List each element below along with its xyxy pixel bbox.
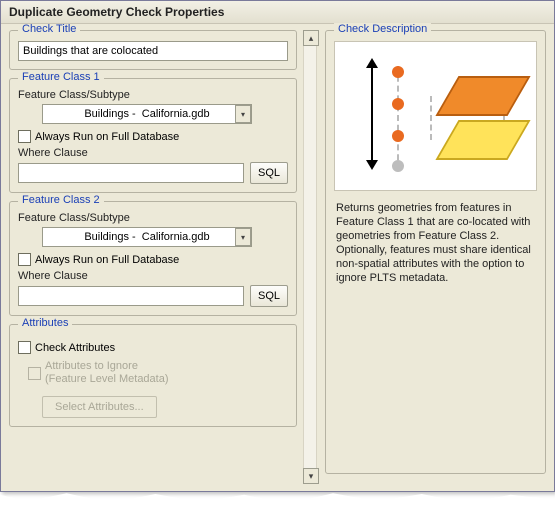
left-pane-scrollbar[interactable]: ▴ ▾ bbox=[301, 24, 319, 490]
orange-dot-icon bbox=[392, 66, 404, 78]
fc2-combo-display[interactable] bbox=[42, 227, 252, 247]
scroll-track[interactable] bbox=[303, 46, 317, 468]
scroll-up-icon[interactable]: ▴ bbox=[303, 30, 319, 46]
fc2-where-input[interactable] bbox=[18, 286, 244, 306]
fc2-where-label: Where Clause bbox=[18, 270, 288, 282]
attributes-legend: Attributes bbox=[18, 317, 72, 329]
dropdown-icon[interactable]: ▾ bbox=[235, 228, 251, 246]
description-legend: Check Description bbox=[334, 23, 431, 35]
dropdown-icon[interactable]: ▾ bbox=[235, 105, 251, 123]
torn-edge-decoration bbox=[0, 490, 555, 506]
fc1-where-input[interactable] bbox=[18, 163, 244, 183]
fc2-legend: Feature Class 2 bbox=[18, 194, 104, 206]
orange-dot-icon bbox=[392, 98, 404, 110]
fc1-combo-display[interactable] bbox=[42, 104, 252, 124]
fc1-fulldb-label: Always Run on Full Database bbox=[35, 131, 179, 143]
ignore-attributes-checkbox bbox=[28, 367, 41, 380]
fc2-fulldb-checkbox[interactable] bbox=[18, 253, 31, 266]
vertical-axis bbox=[371, 64, 373, 164]
arrow-down-icon bbox=[366, 160, 378, 170]
fc2-sql-button[interactable]: SQL bbox=[250, 285, 288, 307]
fc1-where-label: Where Clause bbox=[18, 147, 288, 159]
grey-dot-icon bbox=[392, 160, 404, 172]
dotted-pillar bbox=[430, 96, 432, 140]
check-title-legend: Check Title bbox=[18, 24, 80, 35]
ignore-line1: Attributes to Ignore bbox=[45, 360, 169, 373]
fc1-sql-button[interactable]: SQL bbox=[250, 162, 288, 184]
yellow-polygon-icon bbox=[435, 120, 530, 160]
fc1-subtype-combo[interactable]: ▾ bbox=[42, 104, 252, 124]
feature-class-1-group: Feature Class 1 Feature Class/Subtype ▾ … bbox=[9, 78, 297, 193]
fc1-legend: Feature Class 1 bbox=[18, 71, 104, 83]
fc2-subtype-label: Feature Class/Subtype bbox=[18, 212, 288, 224]
description-diagram bbox=[334, 41, 537, 191]
dialog-window: Duplicate Geometry Check Properties Chec… bbox=[0, 0, 555, 492]
orange-dot-icon bbox=[392, 130, 404, 142]
dialog-body: Check Title Feature Class 1 Feature Clas… bbox=[1, 24, 554, 490]
dialog-title: Duplicate Geometry Check Properties bbox=[1, 1, 554, 24]
left-pane: Check Title Feature Class 1 Feature Clas… bbox=[1, 24, 301, 490]
right-pane: Check Description bbox=[319, 24, 554, 490]
fc1-fulldb-checkbox[interactable] bbox=[18, 130, 31, 143]
fc2-subtype-combo[interactable]: ▾ bbox=[42, 227, 252, 247]
check-title-group: Check Title bbox=[9, 30, 297, 70]
scroll-down-icon[interactable]: ▾ bbox=[303, 468, 319, 484]
check-description-group: Check Description bbox=[325, 30, 546, 474]
feature-class-2-group: Feature Class 2 Feature Class/Subtype ▾ … bbox=[9, 201, 297, 316]
attributes-group: Attributes Check Attributes Attributes t… bbox=[9, 324, 297, 427]
orange-polygon-icon bbox=[435, 76, 530, 116]
ignore-line2: (Feature Level Metadata) bbox=[45, 373, 169, 386]
description-text: Returns geometries from features in Feat… bbox=[334, 201, 537, 285]
check-title-input[interactable] bbox=[18, 41, 288, 61]
check-attributes-label: Check Attributes bbox=[35, 342, 115, 354]
fc2-fulldb-label: Always Run on Full Database bbox=[35, 254, 179, 266]
fc1-subtype-label: Feature Class/Subtype bbox=[18, 89, 288, 101]
select-attributes-button: Select Attributes... bbox=[42, 396, 157, 418]
dotted-guide bbox=[397, 66, 399, 170]
check-attributes-checkbox[interactable] bbox=[18, 341, 31, 354]
